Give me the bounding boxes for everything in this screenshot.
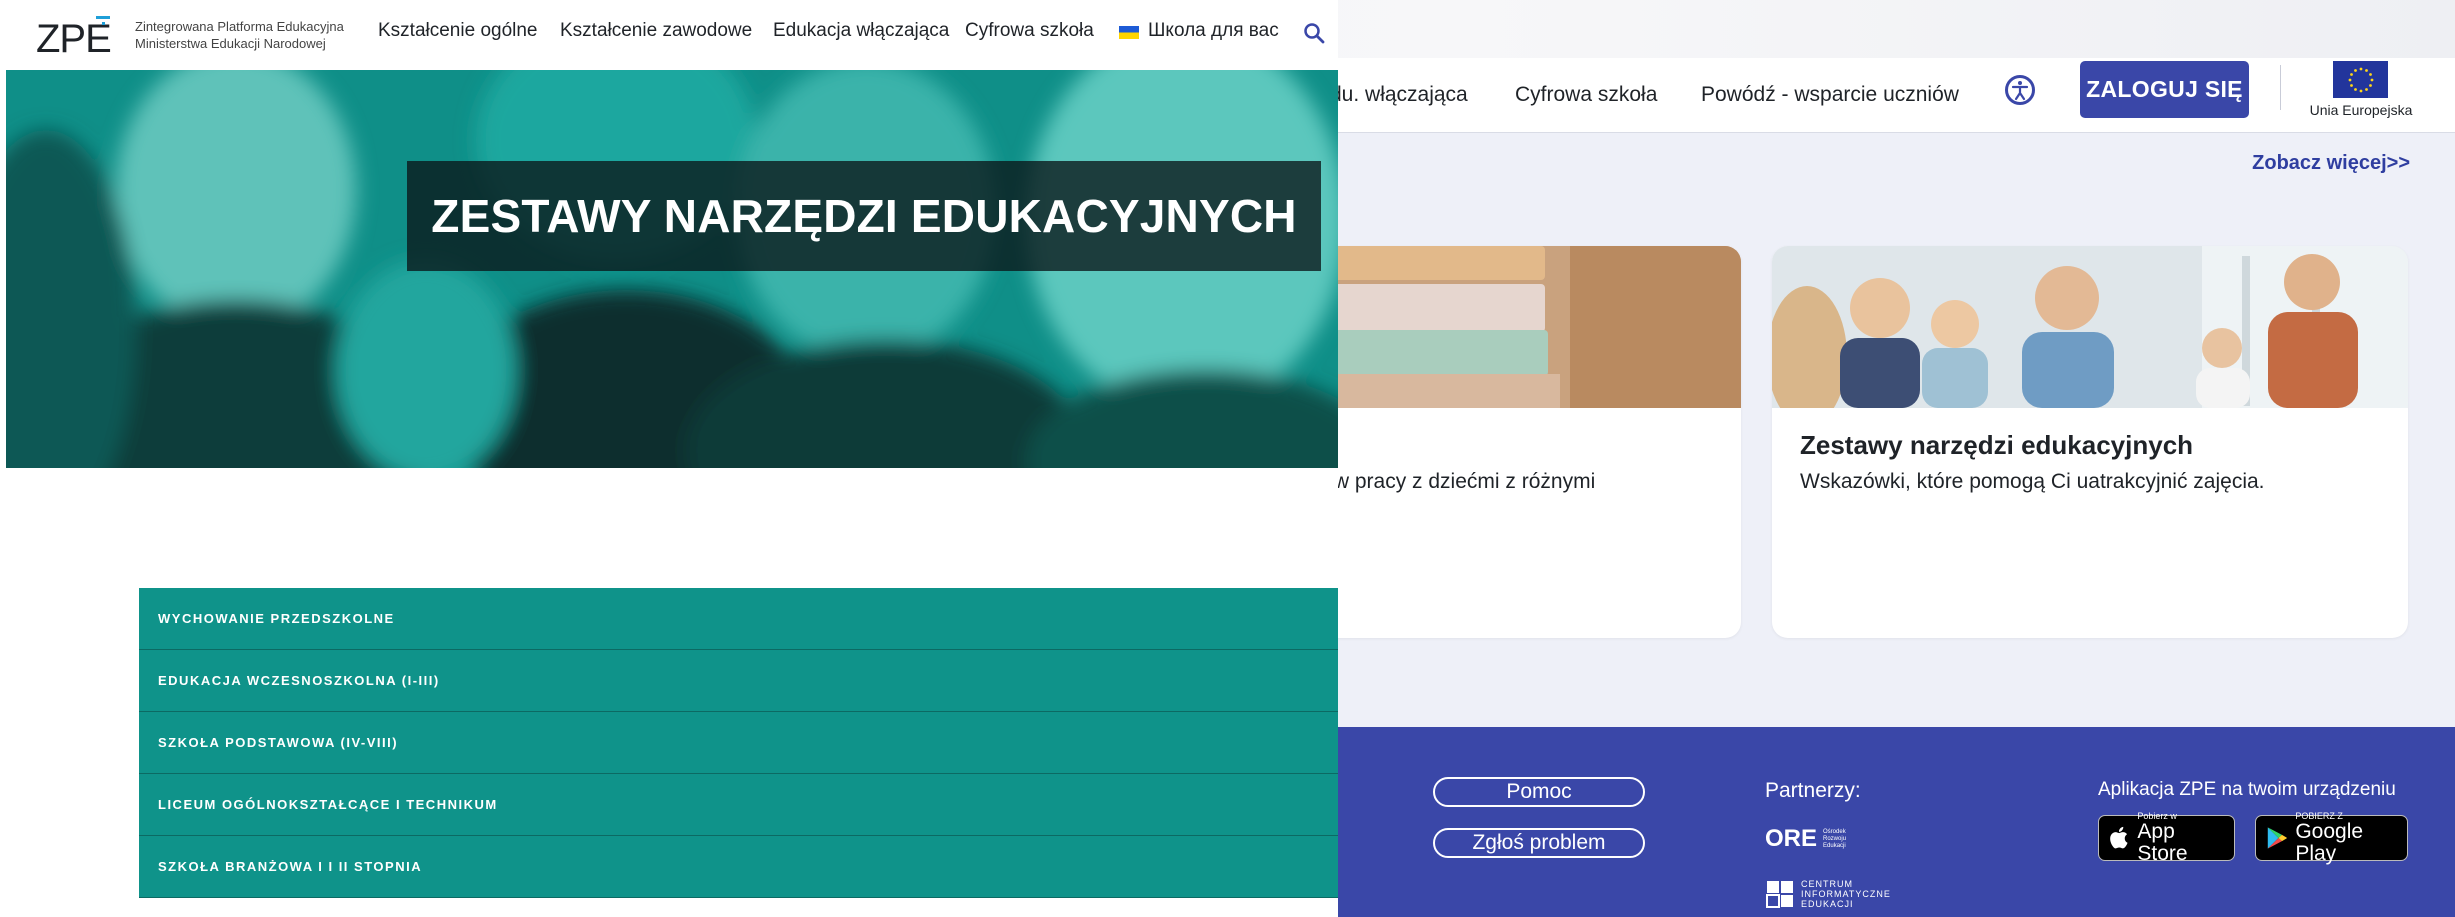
accessibility-icon[interactable] [2005, 75, 2035, 105]
education-levels-list: WYCHOWANIE PRZEDSZKOLNE EDUKACJA WCZESNO… [139, 588, 1338, 898]
nav-school-for-you[interactable]: Школа для вас [1148, 20, 1279, 42]
card-description: Wskazówki, które pomogą Ci uatrakcyjnić … [1800, 470, 2265, 493]
ore-logo-text: ORE [1765, 825, 1818, 852]
help-button[interactable]: Pomoc [1433, 777, 1645, 807]
level-early-school[interactable]: EDUKACJA WCZESNOSZKOLNA (I-III) [139, 650, 1338, 712]
books-image [1300, 246, 1741, 408]
nav-flood-support[interactable]: Powódź - wsparcie uczniów [1701, 58, 1959, 132]
cie-logo[interactable]: CENTRUM INFORMATYCZNE EDUKACJI [1765, 877, 1891, 911]
card-description: ela w pracy z dziećmi z różnymi [1300, 470, 1596, 493]
apple-icon [2110, 826, 2128, 849]
ukraine-flag-icon [1119, 26, 1139, 39]
level-high-school[interactable]: LICEUM OGÓLNOKSZTAŁCĄCE I TECHNIKUM [139, 774, 1338, 836]
eu-label: Unia Europejska [2309, 102, 2413, 118]
card-inclusive[interactable]: ela w pracy z dziećmi z różnymi [1300, 246, 1741, 638]
hero-title-box: ZESTAWY NARZĘDZI EDUKACYJNYCH [407, 161, 1321, 271]
header-divider [2280, 65, 2281, 110]
login-button[interactable]: ZALOGUJ SIĘ [2080, 61, 2249, 118]
nav-inclusive-education[interactable]: du. włączająca [1330, 58, 1468, 132]
nav-inclusive-education[interactable]: Edukacja włączająca [773, 20, 949, 42]
zpe-header: ZPE Zintegrowana Platforma Edukacyjna Mi… [0, 0, 1338, 70]
zpe-subtitle: Zintegrowana Platforma Edukacyjna Minist… [135, 18, 344, 52]
classroom-image [1772, 246, 2408, 408]
nav-digital-school[interactable]: Cyfrowa szkoła [965, 20, 1094, 42]
cie-logo-text: CENTRUM INFORMATYCZNE EDUKACJI [1801, 879, 1891, 909]
nav-digital-school[interactable]: Cyfrowa szkoła [1515, 58, 1657, 132]
zpe-subtitle-line2: Ministerstwa Edukacji Narodowej [135, 36, 326, 51]
ore-logo[interactable]: ORE Ośrodek Rozwoju Edukacji [1765, 825, 1853, 853]
ore-logo-small: Ośrodek Rozwoju Edukacji [1823, 828, 1847, 849]
card-educational-toolkits[interactable]: Zestawy narzędzi edukacyjnych Wskazówki,… [1772, 246, 2408, 638]
zpe-logo[interactable]: ZPE [36, 10, 116, 61]
hero-banner: ZESTAWY NARZĘDZI EDUKACYJNYCH [6, 70, 1338, 468]
hero-title: ZESTAWY NARZĘDZI EDUKACYJNYCH [431, 190, 1297, 242]
app-label: Aplikacja ZPE na twoim urządzeniu [2098, 779, 2396, 800]
level-primary-school[interactable]: SZKOŁA PODSTAWOWA (IV-VIII) [139, 712, 1338, 774]
google-play-icon [2267, 827, 2287, 849]
google-play-label: Google Play [2295, 819, 2364, 865]
nav-vocational-education[interactable]: Kształcenie zawodowe [560, 20, 752, 42]
app-store-label: App Store [2137, 819, 2188, 865]
see-more-link[interactable]: Zobacz więcej>> [2200, 152, 2410, 175]
nav-general-education[interactable]: Kształcenie ogólne [378, 20, 538, 42]
level-preschool[interactable]: WYCHOWANIE PRZEDSZKOLNE [139, 588, 1338, 650]
report-problem-button[interactable]: Zgłoś problem [1433, 828, 1645, 858]
eu-flag-icon [2333, 61, 2388, 98]
google-play-button[interactable]: POBIERZ Z Google Play [2255, 811, 2408, 864]
zpe-logo-text: ZPE [36, 17, 111, 56]
search-icon[interactable] [1303, 22, 1325, 44]
app-store-button[interactable]: Pobierz w App Store [2098, 811, 2235, 864]
level-vocational-school[interactable]: SZKOŁA BRANŻOWA I I II STOPNIA [139, 836, 1338, 898]
foreground-page: ZPE Zintegrowana Platforma Edukacyjna Mi… [0, 0, 1338, 917]
zpe-subtitle-line1: Zintegrowana Platforma Edukacyjna [135, 19, 344, 34]
partners-label: Partnerzy: [1765, 779, 1861, 802]
card-title: Zestawy narzędzi edukacyjnych [1800, 430, 2194, 460]
